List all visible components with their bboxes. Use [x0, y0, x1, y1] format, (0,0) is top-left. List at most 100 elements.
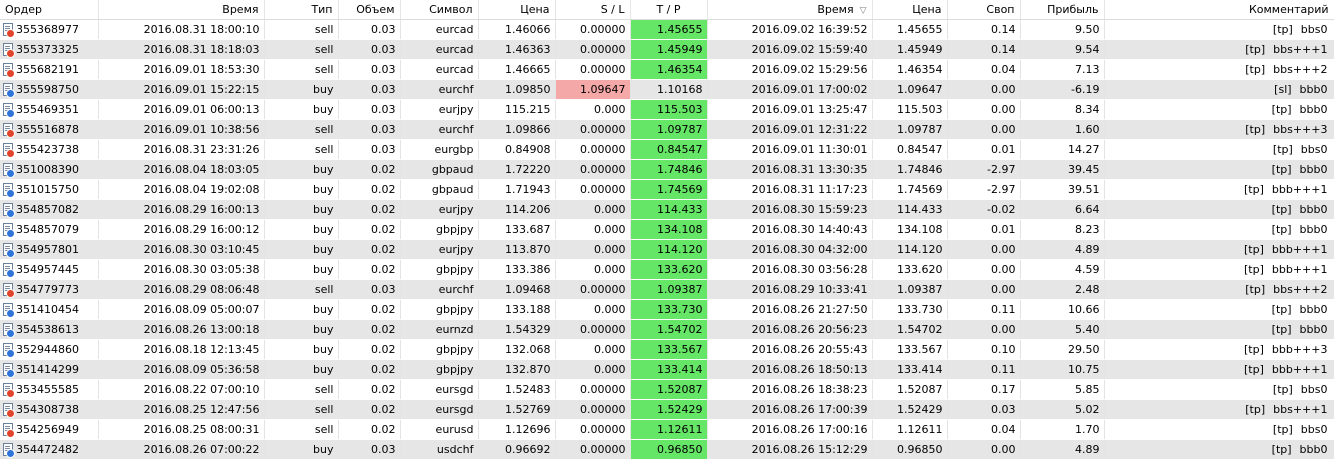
- table-row[interactable]: 351015750 2016.08.04 19:02:08 buy 0.02 gbpau…: [0, 179, 1334, 200]
- cell-open-price: 1.46363: [478, 39, 556, 60]
- table-header-row: Ордер Время Тип Объем Символ Цена S / L …: [0, 0, 1334, 20]
- cell-type: buy: [264, 199, 339, 220]
- table-row[interactable]: 355516878 2016.09.01 10:38:56 sell 0.03 eurc…: [0, 119, 1334, 140]
- cell-symbol: gbpjpy: [400, 339, 479, 360]
- order-number: 355373325: [16, 42, 79, 56]
- column-header-comment[interactable]: Комментарий: [1104, 0, 1334, 20]
- cell-type: buy: [264, 319, 339, 340]
- cell-tp: 133.620: [630, 259, 708, 280]
- table-row[interactable]: 354957445 2016.08.30 03:05:38 buy 0.02 gbpjp…: [0, 259, 1334, 280]
- comment-close-reason: [tp]: [1271, 203, 1292, 216]
- cell-order: 354472482: [0, 439, 99, 460]
- cell-volume: 0.03: [338, 439, 401, 460]
- cell-symbol: eurusd: [400, 419, 479, 440]
- column-header-tp[interactable]: T / P: [630, 0, 708, 20]
- cell-comment: [tp] bbb+++1: [1104, 179, 1334, 200]
- cell-close-price: 133.730: [872, 299, 948, 320]
- column-header-swap[interactable]: Своп: [947, 0, 1021, 20]
- cell-close-price: 133.567: [872, 339, 948, 360]
- cell-open-time: 2016.09.01 15:22:15: [98, 79, 265, 100]
- cell-close-time: 2016.08.26 17:00:39: [707, 399, 873, 420]
- cell-profit: 9.54: [1020, 39, 1105, 60]
- buy-order-icon: [3, 363, 15, 379]
- cell-symbol: gbpjpy: [400, 359, 479, 380]
- cell-open-time: 2016.09.01 18:53:30: [98, 59, 265, 80]
- cell-volume: 0.03: [338, 139, 401, 160]
- table-row[interactable]: 353455585 2016.08.22 07:00:10 sell 0.02 eurs…: [0, 379, 1334, 400]
- cell-close-price: 1.74569: [872, 179, 948, 200]
- cell-profit: 5.85: [1020, 379, 1105, 400]
- table-row[interactable]: 354779773 2016.08.29 08:06:48 sell 0.03 eurc…: [0, 279, 1334, 300]
- table-row[interactable]: 355373325 2016.08.31 18:18:03 sell 0.03 eurc…: [0, 39, 1334, 60]
- buy-order-icon: [3, 443, 15, 459]
- table-row[interactable]: 355423738 2016.08.31 23:31:26 sell 0.03 eurg…: [0, 139, 1334, 160]
- column-header-sl[interactable]: S / L: [555, 0, 631, 20]
- order-number: 355516878: [16, 122, 79, 136]
- cell-comment: [tp] bbs0: [1104, 139, 1334, 160]
- cell-profit: 29.50: [1020, 339, 1105, 360]
- cell-volume: 0.02: [338, 179, 401, 200]
- cell-swap: 0.00: [947, 439, 1021, 460]
- column-header-symbol[interactable]: Символ: [400, 0, 479, 20]
- table-row[interactable]: 354957801 2016.08.30 03:10:45 buy 0.02 eurjp…: [0, 239, 1334, 260]
- order-number: 355598750: [16, 82, 79, 96]
- table-row[interactable]: 351410454 2016.08.09 05:00:07 buy 0.02 gbpjp…: [0, 299, 1334, 320]
- table-row[interactable]: 354857079 2016.08.29 16:00:12 buy 0.02 gbpjp…: [0, 219, 1334, 240]
- table-row[interactable]: 355469351 2016.09.01 06:00:13 buy 0.03 eurjp…: [0, 99, 1334, 120]
- column-header-order[interactable]: Ордер: [0, 0, 99, 20]
- comment-text: bbs0: [1300, 423, 1328, 436]
- column-header-open-time[interactable]: Время: [98, 0, 265, 20]
- cell-sl: 0.000: [555, 99, 631, 120]
- table-row[interactable]: 354472482 2016.08.26 07:00:22 buy 0.03 usdch…: [0, 439, 1334, 460]
- column-header-type[interactable]: Тип: [264, 0, 339, 20]
- cell-swap: 0.00: [947, 119, 1021, 140]
- column-header-close-time[interactable]: Время ▽: [707, 0, 873, 20]
- buy-order-icon: [3, 203, 15, 219]
- column-header-profit[interactable]: Прибыль: [1020, 0, 1105, 20]
- order-type-dot: [6, 189, 15, 199]
- table-row[interactable]: 354256949 2016.08.25 08:00:31 sell 0.02 euru…: [0, 419, 1334, 440]
- cell-swap: 0.14: [947, 19, 1021, 40]
- column-header-open-price[interactable]: Цена: [478, 0, 556, 20]
- comment-text: bbs+++3: [1273, 123, 1328, 136]
- table-row[interactable]: 355368977 2016.08.31 18:00:10 sell 0.03 eurc…: [0, 19, 1334, 40]
- cell-volume: 0.02: [338, 359, 401, 380]
- comment-text: bbs+++1: [1273, 403, 1328, 416]
- buy-order-icon: [3, 303, 15, 319]
- comment-close-reason: [tp]: [1244, 263, 1264, 276]
- order-number: 351414299: [16, 362, 79, 376]
- cell-tp: 114.120: [630, 239, 708, 260]
- cell-profit: 6.64: [1020, 199, 1105, 220]
- buy-order-icon: [3, 343, 15, 359]
- cell-sl: 0.00000: [555, 179, 631, 200]
- cell-sl: 0.00000: [555, 439, 631, 460]
- sell-order-icon: [3, 143, 15, 159]
- order-type-dot: [6, 369, 15, 379]
- cell-symbol: gbpjpy: [400, 259, 479, 280]
- cell-open-time: 2016.08.04 19:02:08: [98, 179, 265, 200]
- order-number: 354538613: [16, 322, 79, 336]
- table-row[interactable]: 355598750 2016.09.01 15:22:15 buy 0.03 eurch…: [0, 79, 1334, 100]
- comment-close-reason: [tp]: [1244, 183, 1264, 196]
- table-row[interactable]: 352944860 2016.08.18 12:13:45 buy 0.02 gbpjp…: [0, 339, 1334, 360]
- cell-volume: 0.03: [338, 79, 401, 100]
- table-row[interactable]: 355682191 2016.09.01 18:53:30 sell 0.03 eurc…: [0, 59, 1334, 80]
- column-header-volume[interactable]: Объем: [338, 0, 401, 20]
- table-row[interactable]: 354308738 2016.08.25 12:47:56 sell 0.02 eurs…: [0, 399, 1334, 420]
- cell-volume: 0.03: [338, 119, 401, 140]
- cell-tp: 133.567: [630, 339, 708, 360]
- table-row[interactable]: 354538613 2016.08.26 13:00:18 buy 0.02 eurnz…: [0, 319, 1334, 340]
- column-header-close-price[interactable]: Цена: [872, 0, 948, 20]
- table-row[interactable]: 354857082 2016.08.29 16:00:13 buy 0.02 eurjp…: [0, 199, 1334, 220]
- comment-close-reason: [tp]: [1271, 323, 1292, 336]
- cell-order: 351414299: [0, 359, 99, 380]
- comment-text: bbb+++1: [1271, 363, 1328, 376]
- table-row[interactable]: 351414299 2016.08.09 05:36:58 buy 0.02 gbpjp…: [0, 359, 1334, 380]
- cell-sl: 0.00000: [555, 419, 631, 440]
- column-header-close-time-label: Время: [817, 3, 854, 16]
- cell-swap: 0.14: [947, 39, 1021, 60]
- cell-order: 355469351: [0, 99, 99, 120]
- order-number: 352944860: [16, 342, 79, 356]
- table-row[interactable]: 351008390 2016.08.04 18:03:05 buy 0.02 gbpau…: [0, 159, 1334, 180]
- cell-open-time: 2016.08.25 08:00:31: [98, 419, 265, 440]
